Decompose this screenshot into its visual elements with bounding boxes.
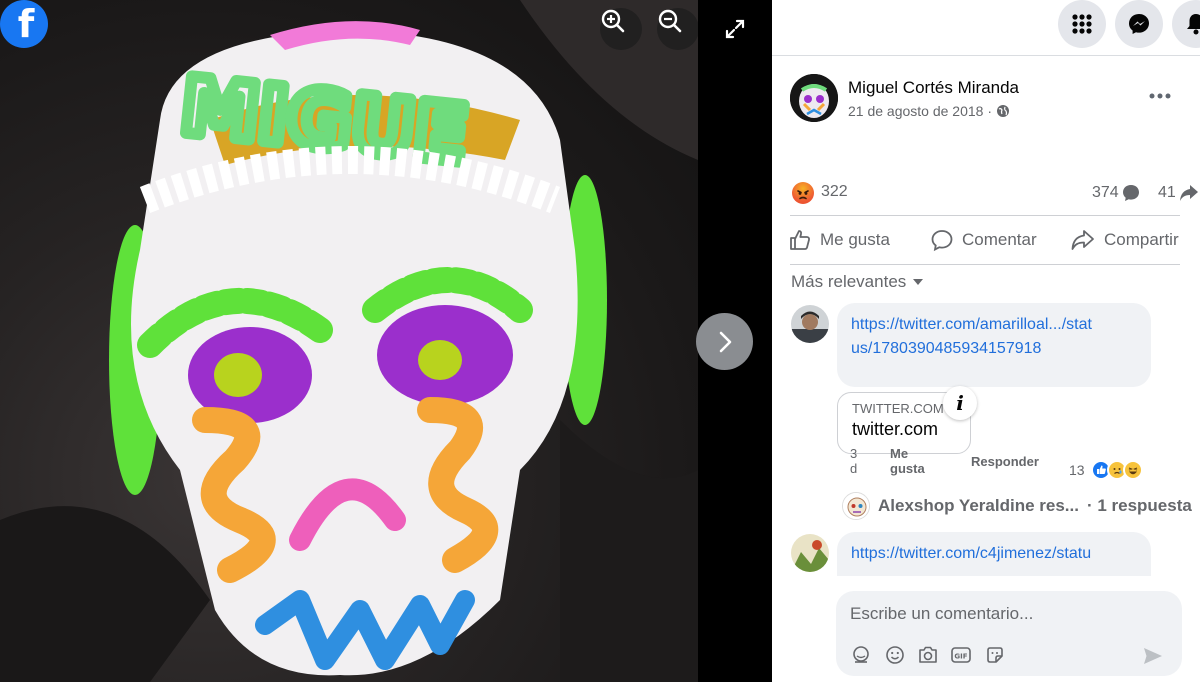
shares-count-value: 41: [1158, 184, 1176, 201]
messenger-icon: [1129, 14, 1149, 34]
comments-count[interactable]: 374: [1092, 183, 1141, 203]
comment-bubble-2: https://twitter.com/c4jimenez/statu: [837, 532, 1151, 576]
author-name[interactable]: Miguel Cortés Miranda: [848, 78, 1019, 98]
angry-reaction-icon[interactable]: [792, 182, 814, 204]
zoom-in-icon: [601, 9, 625, 33]
facebook-logo-icon[interactable]: f: [0, 0, 48, 48]
comment-2-link[interactable]: https://twitter.com/c4jimenez/statu: [851, 545, 1091, 562]
thumbs-up-icon: [790, 230, 810, 250]
info-icon[interactable]: i: [943, 386, 977, 420]
zoom-out-button[interactable]: [657, 8, 698, 50]
comment-reaction-count: 13: [1069, 462, 1085, 478]
notifications-icon: [1187, 14, 1200, 35]
share-label: Compartir: [1104, 230, 1179, 249]
comment-input[interactable]: [850, 601, 1150, 627]
next-photo-button[interactable]: [696, 313, 753, 370]
comment-time[interactable]: 3 d: [850, 446, 857, 476]
fullscreen-button[interactable]: [714, 8, 756, 50]
comment-composer: GIF: [836, 591, 1182, 676]
menu-grid-icon: [1072, 14, 1092, 34]
camera-icon: [919, 646, 937, 663]
share-arrow-icon: [1179, 185, 1198, 201]
comment-bubble-icon: [1122, 185, 1139, 201]
chevron-right-icon: [719, 331, 731, 352]
post-date: 21 de agosto de 2018 ·: [848, 103, 1010, 119]
sugar-skull-illustration: MIGUE: [0, 0, 698, 682]
comment-link-line-1[interactable]: https://twitter.com/amarilloal.../stat: [851, 316, 1092, 333]
reply-count: · 1 respuesta: [1086, 496, 1192, 515]
comment-bubble: https://twitter.com/amarilloal.../stat u…: [837, 303, 1151, 387]
like-button[interactable]: Me gusta: [788, 224, 890, 256]
menu-button[interactable]: [1058, 0, 1106, 48]
comment-sort-dropdown[interactable]: Más relevantes: [791, 272, 924, 292]
sort-label: Más relevantes: [791, 272, 907, 291]
comment-reply-button[interactable]: Responder: [971, 454, 1039, 469]
reactions-count[interactable]: 322: [821, 183, 848, 201]
post-options-button[interactable]: [1146, 84, 1174, 108]
sticker-button[interactable]: [984, 644, 1006, 666]
link-preview-domain: TWITTER.COM: [852, 401, 944, 416]
zoom-in-button[interactable]: [600, 8, 642, 50]
reply-author: Alexshop Yeraldine res...: [878, 496, 1079, 515]
comment-like-button[interactable]: Me gusta: [890, 446, 925, 476]
comment-icon: [931, 230, 953, 252]
share-icon: [1071, 230, 1094, 250]
post-panel: Miguel Cortés Miranda 21 de agosto de 20…: [772, 0, 1200, 682]
gif-button[interactable]: GIF: [950, 644, 972, 666]
caret-down-icon: [913, 279, 924, 285]
comments-list: https://twitter.com/amarilloal.../stat u…: [772, 300, 1200, 576]
stats-divider: [790, 215, 1180, 216]
svg-text:GIF: GIF: [954, 653, 967, 661]
photo-viewer: MIGUE f: [0, 0, 772, 682]
comment-label: Comentar: [962, 230, 1037, 249]
share-button[interactable]: Compartir: [1070, 224, 1179, 256]
reply-author-avatar: [842, 492, 870, 520]
actions-divider: [790, 264, 1180, 265]
comment-button[interactable]: Comentar: [930, 224, 1037, 256]
post-date-text[interactable]: 21 de agosto de 2018 ·: [848, 103, 992, 119]
send-icon: [1144, 648, 1162, 664]
messenger-button[interactable]: [1115, 0, 1163, 48]
link-preview-title: twitter.com: [852, 419, 939, 439]
shares-count[interactable]: 41: [1158, 183, 1200, 203]
comment-reactions[interactable]: 13: [1069, 460, 1143, 480]
photo-button[interactable]: [917, 644, 939, 666]
send-comment-button[interactable]: [1142, 646, 1164, 671]
view-replies-link[interactable]: Alexshop Yeraldine res... · 1 respuesta: [842, 492, 1192, 520]
sticker-icon: [987, 647, 1003, 663]
commenter-avatar-2[interactable]: [791, 534, 829, 572]
like-label: Me gusta: [820, 230, 890, 249]
comments-count-value: 374: [1092, 184, 1119, 201]
notifications-button[interactable]: [1172, 0, 1200, 48]
fullscreen-icon: [725, 19, 745, 39]
avatar-sticker-button[interactable]: [850, 644, 872, 666]
top-bar: [772, 0, 1200, 56]
zoom-out-icon: [658, 9, 682, 33]
globe-icon: [997, 105, 1010, 117]
post-stats: 322 374 41: [792, 180, 1198, 204]
more-options-icon: [1149, 93, 1171, 99]
comment-link-line-2[interactable]: us/1780390485934157918: [851, 340, 1041, 357]
avatar-sticker-icon: [853, 646, 869, 663]
haha-reaction-icon: [1122, 460, 1143, 480]
gif-icon: GIF: [951, 647, 971, 663]
emoji-button[interactable]: [884, 644, 906, 666]
emoji-icon: [886, 646, 904, 664]
post-actions: Me gusta Comentar Compartir: [788, 224, 1188, 256]
author-avatar[interactable]: [790, 74, 838, 122]
sugar-skull-photo: MIGUE f: [0, 0, 698, 682]
commenter-avatar[interactable]: [791, 305, 829, 343]
